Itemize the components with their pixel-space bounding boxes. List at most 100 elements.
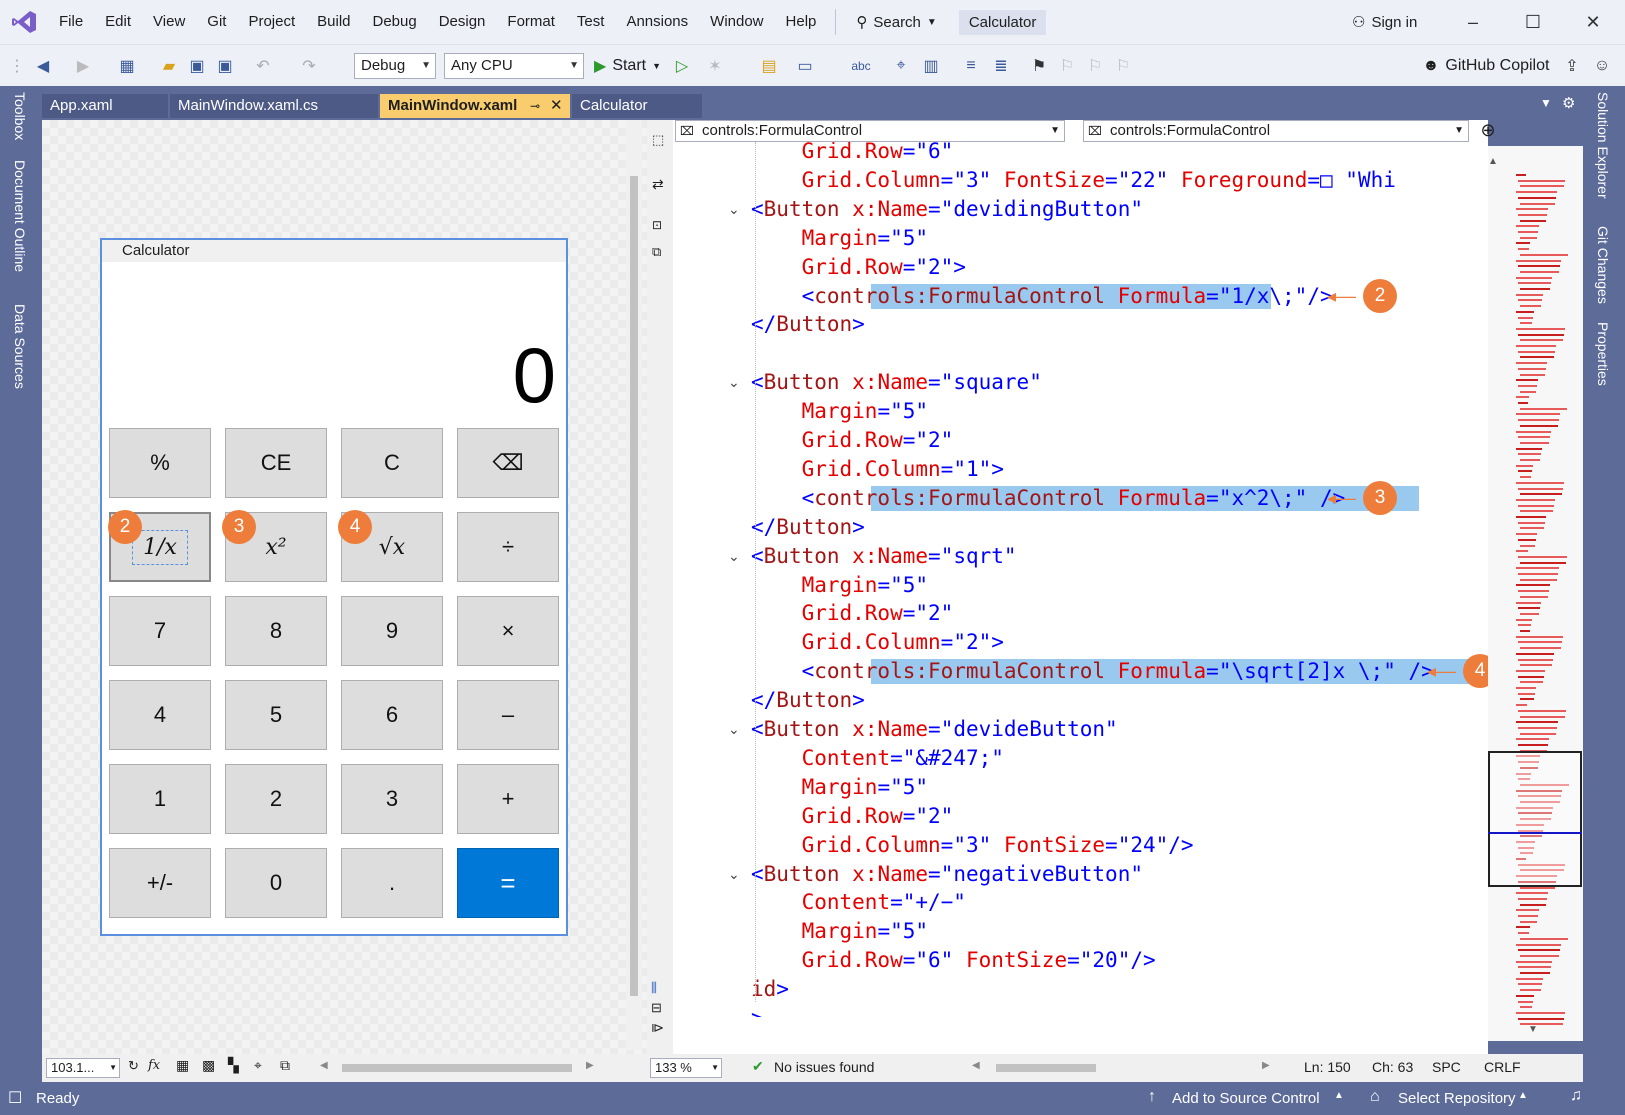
visual-studio-logo-icon[interactable] bbox=[0, 0, 48, 44]
forward-icon[interactable]: ▶ bbox=[70, 53, 96, 79]
zero-button[interactable]: 0 bbox=[225, 848, 327, 918]
platform-select[interactable]: Any CPU ▼ bbox=[444, 53, 584, 79]
whitespace-mode[interactable]: SPC bbox=[1432, 1059, 1461, 1075]
line-ending[interactable]: CRLF bbox=[1484, 1059, 1521, 1075]
seven-button[interactable]: 7 bbox=[109, 596, 211, 666]
start-without-debugging-icon[interactable]: ▷ bbox=[670, 53, 694, 79]
code-line[interactable]: Grid.Row="2" bbox=[751, 426, 954, 454]
designer-vertical-scrollbar[interactable] bbox=[626, 120, 642, 1050]
code-line[interactable]: Grid.Column="3" FontSize="22" Foreground… bbox=[751, 166, 1396, 194]
xaml-code-editor[interactable]: ⌧ controls:FormulaControl ▼ ⌧ controls:F… bbox=[673, 120, 1496, 1057]
multiply-button[interactable]: × bbox=[457, 596, 559, 666]
two-button[interactable]: 2 bbox=[225, 764, 327, 834]
code-line[interactable]: Grid.Row="2"> bbox=[751, 253, 966, 281]
swap-panes-icon[interactable]: ⇄ bbox=[652, 176, 664, 193]
add-button[interactable]: + bbox=[457, 764, 559, 834]
properties-tab[interactable]: Properties bbox=[1595, 322, 1611, 386]
open-folder-icon[interactable]: ▰ bbox=[156, 53, 182, 79]
code-line[interactable]: Content="&#247;" bbox=[751, 744, 1004, 772]
menu-help[interactable]: Help bbox=[775, 0, 828, 44]
code-line[interactable]: Grid.Column="3" FontSize="24"/> bbox=[751, 831, 1194, 859]
code-line[interactable]: </Button> bbox=[751, 310, 865, 338]
select-element-icon[interactable]: ⌖ bbox=[888, 53, 914, 79]
close-button[interactable]: ✕ bbox=[1568, 0, 1618, 44]
snap-lines-icon[interactable]: ⧉ bbox=[280, 1057, 290, 1074]
fold-chevron-icon[interactable]: ⌄ bbox=[728, 201, 740, 218]
code-line[interactable]: Grid.Row="2" bbox=[751, 802, 954, 830]
code-line[interactable]: id> bbox=[751, 975, 789, 1003]
calculator-window-preview[interactable]: Calculator 0 % CE C ⌫ 1/x x² √x ÷ 7 8 9 × 4 5 6 – 1 2 3 + +/… bbox=[100, 238, 568, 936]
code-line[interactable]: <controls:FormulaControl Formula="1/x\;"… bbox=[751, 282, 1333, 310]
effects-icon[interactable]: ▩ bbox=[202, 1057, 215, 1074]
next-bookmark-icon[interactable]: ⚐ bbox=[1082, 53, 1108, 79]
code-line[interactable]: Margin="5" bbox=[751, 571, 928, 599]
notifications-bell-icon[interactable]: ♫ bbox=[1570, 1087, 1582, 1105]
code-line[interactable]: <controls:FormulaControl Formula="x^2\;"… bbox=[751, 484, 1346, 512]
previous-bookmark-icon[interactable]: ⚐ bbox=[1054, 53, 1080, 79]
menu-window[interactable]: Window bbox=[699, 0, 774, 44]
vertical-split-icon[interactable]: ⫼ bbox=[651, 980, 657, 996]
menu-edit[interactable]: Edit bbox=[94, 0, 142, 44]
git-changes-tab[interactable]: Git Changes bbox=[1595, 226, 1611, 304]
start-button[interactable]: ▶ Start ▼ bbox=[594, 53, 664, 79]
scroll-up-icon[interactable]: ▲ bbox=[1488, 156, 1498, 167]
scroll-left-icon[interactable]: ◀ bbox=[320, 1060, 328, 1071]
outdent-icon[interactable]: ≡ bbox=[958, 53, 984, 79]
code-line[interactable]: <Button x:Name="sqrt" bbox=[751, 542, 1017, 570]
negate-button[interactable]: +/- bbox=[109, 848, 211, 918]
search-box[interactable]: ⚲ Search ▼ bbox=[844, 13, 948, 32]
fold-chevron-icon[interactable]: ⌄ bbox=[728, 374, 740, 391]
divide-button[interactable]: ÷ bbox=[457, 512, 559, 582]
code-line[interactable]: > bbox=[751, 1004, 764, 1017]
pin-icon[interactable]: ⊸ bbox=[530, 94, 540, 118]
collapse-pane-icon[interactable]: ⊡ bbox=[652, 218, 662, 232]
code-line[interactable]: <Button x:Name="devideButton" bbox=[751, 715, 1118, 743]
checkerboard-icon[interactable]: ▚ bbox=[228, 1057, 239, 1074]
code-line[interactable]: <Button x:Name="negativeButton" bbox=[751, 860, 1143, 888]
fold-chevron-icon[interactable]: ⌄ bbox=[728, 721, 740, 738]
fold-chevron-icon[interactable]: ⌄ bbox=[728, 548, 740, 565]
menu-debug[interactable]: Debug bbox=[362, 0, 428, 44]
issues-status[interactable]: No issues found bbox=[774, 1059, 874, 1075]
code-line[interactable]: <Button x:Name="devidingButton" bbox=[751, 195, 1143, 223]
member-navigation-dropdown[interactable]: ⌧ controls:FormulaControl ▼ bbox=[1083, 120, 1469, 142]
menu-format[interactable]: Format bbox=[496, 0, 566, 44]
designer-horizontal-scrollbar[interactable] bbox=[342, 1064, 572, 1072]
decimal-button[interactable]: . bbox=[341, 848, 443, 918]
back-icon[interactable]: ◀ bbox=[30, 53, 56, 79]
eight-button[interactable]: 8 bbox=[225, 596, 327, 666]
hot-reload-icon[interactable]: ✶ bbox=[700, 53, 730, 79]
expand-pane-icon[interactable]: ⧐ bbox=[651, 1020, 664, 1036]
feedback-icon[interactable]: ☺ bbox=[1590, 53, 1614, 79]
properties-icon[interactable]: ▥ bbox=[918, 53, 944, 79]
three-button[interactable]: 3 bbox=[341, 764, 443, 834]
code-line[interactable]: Grid.Column="1"> bbox=[751, 455, 1004, 483]
close-tab-icon[interactable]: ✕ bbox=[550, 94, 563, 118]
nine-button[interactable]: 9 bbox=[341, 596, 443, 666]
percent-button[interactable]: % bbox=[109, 428, 211, 498]
output-icon[interactable]: ☐ bbox=[8, 1088, 22, 1108]
five-button[interactable]: 5 bbox=[225, 680, 327, 750]
code-line[interactable]: Grid.Column="2"> bbox=[751, 628, 1004, 656]
menu-build[interactable]: Build bbox=[306, 0, 361, 44]
editor-zoom-select[interactable]: 133 % ▼ bbox=[650, 1058, 722, 1078]
scroll-right-icon[interactable]: ▶ bbox=[586, 1060, 594, 1071]
code-line[interactable]: Grid.Row="2" bbox=[751, 599, 954, 627]
redo-icon[interactable]: ↷ bbox=[296, 53, 322, 79]
menu-view[interactable]: View bbox=[142, 0, 196, 44]
browse-icon[interactable]: ▤ bbox=[756, 53, 782, 79]
menu-file[interactable]: File bbox=[48, 0, 94, 44]
formula-icon[interactable]: fx bbox=[148, 1058, 160, 1073]
indent-icon[interactable]: ≣ bbox=[988, 53, 1014, 79]
code-line[interactable]: Margin="5" bbox=[751, 917, 928, 945]
type-navigation-dropdown[interactable]: ⌧ controls:FormulaControl ▼ bbox=[675, 120, 1065, 142]
clear-button[interactable]: C bbox=[341, 428, 443, 498]
configuration-select[interactable]: Debug ▼ bbox=[354, 53, 436, 79]
sign-in-button[interactable]: ⚇ Sign in bbox=[1352, 0, 1417, 44]
code-line[interactable]: Grid.Row="6" FontSize="20"/> bbox=[751, 946, 1156, 974]
four-button[interactable]: 4 bbox=[109, 680, 211, 750]
add-to-source-control-button[interactable]: Add to Source Control bbox=[1172, 1090, 1320, 1107]
editor-scroll-right-icon[interactable]: ▶ bbox=[1262, 1060, 1270, 1071]
maximize-button[interactable]: ☐ bbox=[1508, 0, 1558, 44]
column-number[interactable]: Ch: 63 bbox=[1372, 1059, 1413, 1075]
